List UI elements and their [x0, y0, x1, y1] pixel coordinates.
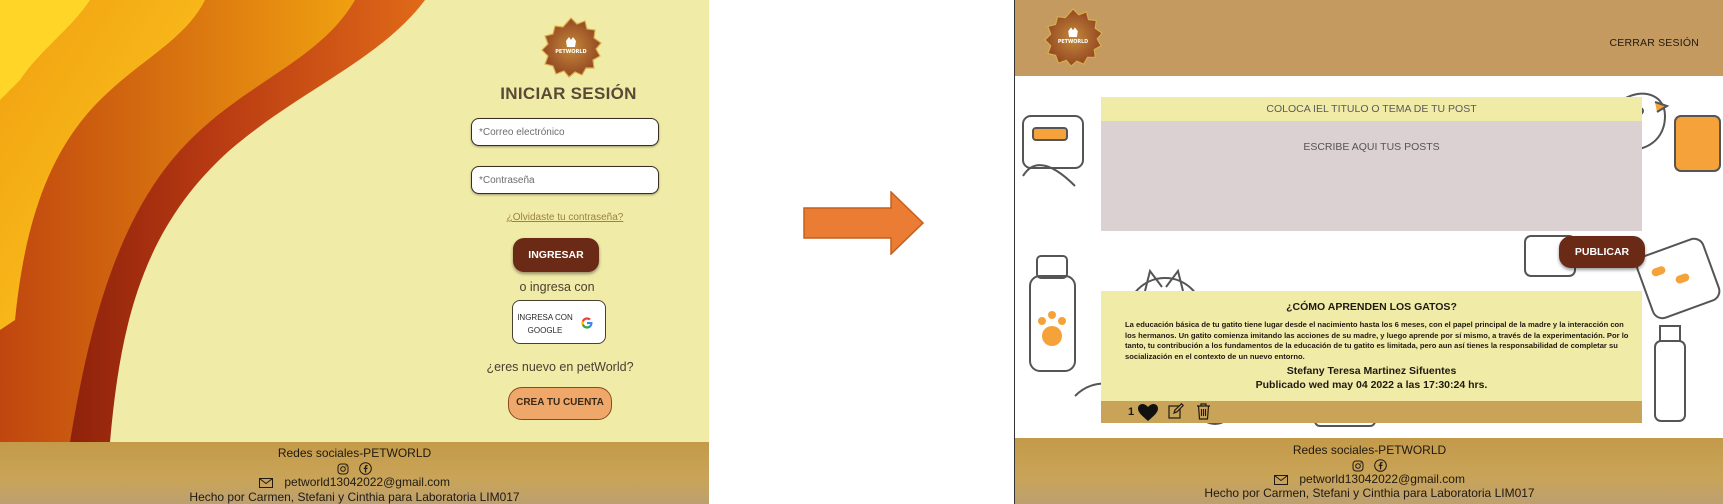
footer-email-row: petworld13042022@gmail.com [0, 475, 709, 489]
footer-title: Redes sociales-PETWORLD [1292, 443, 1447, 457]
trash-icon[interactable] [1196, 402, 1211, 420]
petworld-logo: PETWORLD [541, 17, 602, 78]
google-icon [581, 317, 593, 329]
social-icons [0, 461, 709, 476]
svg-text:PETWORLD: PETWORLD [555, 49, 586, 55]
petworld-logo: PETWORLD [1044, 8, 1103, 67]
google-login-label-line1: INGRESA CON [517, 313, 573, 322]
footer-title: Redes sociales-PETWORLD [277, 446, 432, 460]
mail-icon [259, 477, 274, 488]
edit-icon[interactable] [1168, 403, 1184, 419]
post-title: ¿CÓMO APRENDEN LOS GATOS? [1286, 301, 1457, 313]
post-date: Publicado wed may 04 2022 a las 17:30:24… [1255, 379, 1488, 391]
facebook-icon[interactable] [1373, 459, 1387, 473]
google-login-label-line2: GOOGLE [527, 326, 563, 335]
login-screen: PETWORLD INICIAR SESIÓN ¿Olvidaste tu co… [0, 0, 709, 504]
footer-email[interactable]: petworld13042022@gmail.com [284, 475, 450, 489]
email-field[interactable] [471, 118, 659, 146]
social-icons [1015, 458, 1723, 473]
footer-credits: Hecho por Carmen, Stefani y Cinthia para… [1204, 486, 1535, 500]
footer-email[interactable]: petworld13042022@gmail.com [1299, 472, 1465, 486]
google-login-button[interactable]: INGRESA CON GOOGLE [512, 300, 606, 344]
footer-credits: Hecho por Carmen, Stefani y Cinthia para… [189, 490, 520, 504]
publish-button[interactable]: PUBLICAR [1559, 236, 1645, 268]
alt-login-label: o ingresa con [519, 280, 595, 294]
forgot-password-link[interactable]: ¿Olvidaste tu contraseña? [471, 212, 659, 223]
password-field[interactable] [471, 166, 659, 194]
page-title: INICIAR SESIÓN [500, 84, 637, 103]
feed-screen: PETWORLD CERRAR SESIÓN COLOCA IEL TITULO… [1014, 0, 1723, 504]
svg-text:PETWORLD: PETWORLD [1058, 39, 1088, 45]
footer: Redes sociales-PETWORLD petworld13042022… [1015, 438, 1723, 504]
create-account-button[interactable]: CREA TU CUENTA [508, 387, 612, 420]
facebook-icon[interactable] [358, 462, 372, 476]
instagram-icon[interactable] [337, 463, 349, 475]
post-body: La educación básica de tu gatito tiene l… [1125, 320, 1629, 361]
heart-icon[interactable] [1137, 403, 1159, 422]
arrow-right-icon [803, 191, 924, 255]
post-title-input[interactable]: COLOCA IEL TITULO O TEMA DE TU POST [1101, 97, 1642, 121]
google-login-label: INGRESA CON GOOGLE [516, 311, 574, 337]
mail-icon [1274, 474, 1289, 485]
instagram-icon[interactable] [1352, 460, 1364, 472]
login-button[interactable]: INGRESAR [513, 238, 599, 272]
like-count: 1 [1128, 406, 1135, 418]
post-actions-bar: 1 [1101, 401, 1642, 423]
logout-button[interactable]: CERRAR SESIÓN [1609, 37, 1699, 49]
footer: Redes sociales-PETWORLD petworld13042022… [0, 442, 709, 504]
post-author: Stefany Teresa Martinez Sifuentes [1286, 365, 1457, 377]
post-body-input[interactable]: ESCRIBE AQUI TUS POSTS [1101, 121, 1642, 231]
new-user-question: ¿eres nuevo en petWorld? [486, 360, 634, 374]
footer-email-row: petworld13042022@gmail.com [1015, 472, 1723, 486]
post-card: ¿CÓMO APRENDEN LOS GATOS? La educación b… [1101, 291, 1642, 401]
